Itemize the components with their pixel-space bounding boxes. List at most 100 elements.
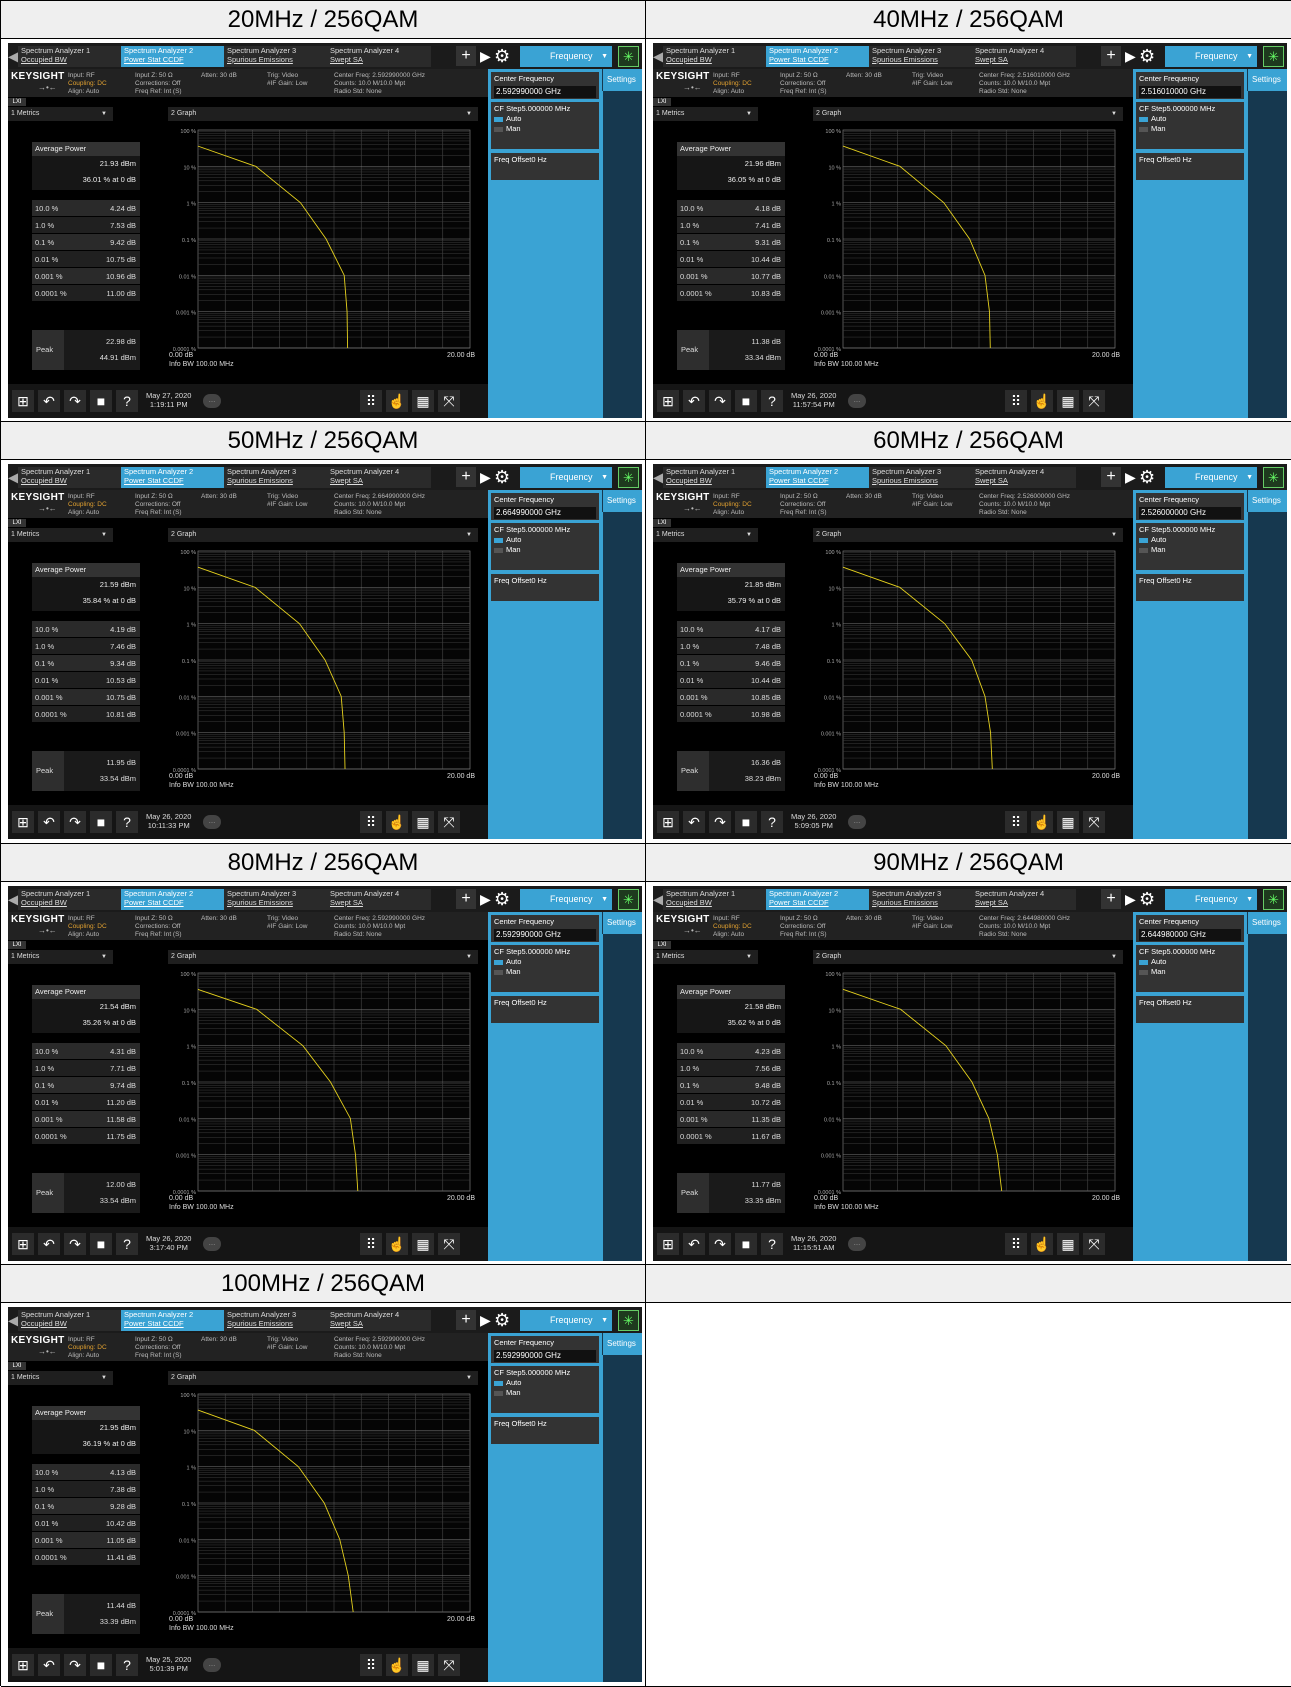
tab-spectrum-analyzer-1[interactable]: Spectrum Analyzer 1 Occupied BW [18, 467, 122, 488]
tab-spectrum-analyzer-3[interactable]: Spectrum Analyzer 3 Spurious Emissions [224, 889, 328, 910]
fullscreen-icon[interactable]: ⤧ [1083, 811, 1105, 833]
frequency-menu-button[interactable]: Frequency ▼ [520, 467, 612, 488]
status-sun-icon[interactable]: ✳ [618, 46, 639, 67]
redo-icon[interactable]: ↷ [709, 811, 731, 833]
settings-tab[interactable]: Settings [602, 69, 642, 91]
fullscreen-icon[interactable]: ⤧ [1083, 390, 1105, 412]
settings-tab[interactable]: Settings [602, 912, 642, 934]
keypad-icon[interactable]: ⠿ [360, 390, 382, 412]
touch-icon[interactable]: ☝ [386, 811, 408, 833]
tab-spectrum-analyzer-3[interactable]: Spectrum Analyzer 3 Spurious Emissions [224, 1310, 328, 1331]
add-tab-plus-icon[interactable]: + [1101, 46, 1121, 66]
ccdf-graph[interactable]: 100 % 10 % 1 % 0.1 % 0.01 % 0.001 % 0.0001 % 0.… [168, 122, 478, 382]
gear-icon[interactable]: ⚙ [494, 467, 510, 487]
keypad-icon[interactable]: ⠿ [360, 1233, 382, 1255]
undo-icon[interactable]: ↶ [38, 1233, 60, 1255]
settings-tab[interactable]: Settings [602, 490, 642, 512]
auto-option[interactable]: Auto [494, 957, 596, 967]
tab-spectrum-analyzer-2[interactable]: Spectrum Analyzer 2 Power Stat CCDF [121, 1310, 225, 1331]
tab-spectrum-analyzer-4[interactable]: Spectrum Analyzer 4 Swept SA [972, 889, 1076, 910]
layout-grid-icon[interactable]: ▦ [1057, 390, 1079, 412]
message-icon[interactable]: … [203, 815, 221, 829]
man-option[interactable]: Man [1139, 124, 1241, 134]
auto-option[interactable]: Auto [494, 1378, 596, 1388]
folder-icon[interactable]: ■ [90, 1233, 112, 1255]
windows-icon[interactable]: ⊞ [12, 1233, 34, 1255]
ccdf-graph[interactable]: 100 % 10 % 1 % 0.1 % 0.01 % 0.001 % 0.0001 % 0.… [813, 122, 1123, 382]
man-option[interactable]: Man [494, 545, 596, 555]
play-arrow-icon[interactable]: ▶ [480, 891, 491, 908]
tab-spectrum-analyzer-3[interactable]: Spectrum Analyzer 3 Spurious Emissions [224, 46, 328, 67]
message-icon[interactable]: … [848, 1237, 866, 1251]
layout-grid-icon[interactable]: ▦ [412, 390, 434, 412]
gear-icon[interactable]: ⚙ [494, 889, 510, 909]
metrics-dropdown[interactable]: 1 Metrics ▼ [653, 107, 758, 121]
status-sun-icon[interactable]: ✳ [618, 467, 639, 488]
center-frequency-softkey[interactable]: Center Frequency 2.526000000 GHz [1136, 493, 1244, 520]
center-frequency-value[interactable]: 2.516010000 GHz [1139, 86, 1241, 98]
tab-spectrum-analyzer-1[interactable]: Spectrum Analyzer 1 Occupied BW [18, 1310, 122, 1331]
tab-spectrum-analyzer-1[interactable]: Spectrum Analyzer 1 Occupied BW [18, 889, 122, 910]
tab-spectrum-analyzer-3[interactable]: Spectrum Analyzer 3 Spurious Emissions [869, 46, 973, 67]
cf-step-softkey[interactable]: CF Step5.000000 MHz Auto Man [491, 102, 599, 149]
metrics-dropdown[interactable]: 1 Metrics ▼ [653, 950, 758, 964]
message-icon[interactable]: … [203, 394, 221, 408]
center-frequency-softkey[interactable]: Center Frequency 2.592990000 GHz [491, 72, 599, 99]
folder-icon[interactable]: ■ [735, 811, 757, 833]
gear-icon[interactable]: ⚙ [494, 46, 510, 66]
tab-spectrum-analyzer-4[interactable]: Spectrum Analyzer 4 Swept SA [972, 467, 1076, 488]
auto-option[interactable]: Auto [1139, 957, 1241, 967]
play-arrow-icon[interactable]: ▶ [480, 469, 491, 486]
keypad-icon[interactable]: ⠿ [360, 811, 382, 833]
tab-spectrum-analyzer-2[interactable]: Spectrum Analyzer 2 Power Stat CCDF [766, 467, 870, 488]
auto-option[interactable]: Auto [1139, 535, 1241, 545]
freq-offset-softkey[interactable]: Freq Offset0 Hz [491, 574, 599, 601]
freq-offset-softkey[interactable]: Freq Offset0 Hz [491, 996, 599, 1023]
tab-spectrum-analyzer-4[interactable]: Spectrum Analyzer 4 Swept SA [972, 46, 1076, 67]
center-frequency-value[interactable]: 2.592990000 GHz [494, 1350, 596, 1362]
message-icon[interactable]: … [848, 815, 866, 829]
tab-spectrum-analyzer-2[interactable]: Spectrum Analyzer 2 Power Stat CCDF [121, 467, 225, 488]
ccdf-graph[interactable]: 100 % 10 % 1 % 0.1 % 0.01 % 0.001 % 0.0001 % 0.… [168, 1386, 478, 1646]
folder-icon[interactable]: ■ [90, 390, 112, 412]
folder-icon[interactable]: ■ [90, 811, 112, 833]
cf-step-softkey[interactable]: CF Step5.000000 MHz Auto Man [491, 945, 599, 992]
freq-offset-softkey[interactable]: Freq Offset0 Hz [1136, 574, 1244, 601]
tab-spectrum-analyzer-2[interactable]: Spectrum Analyzer 2 Power Stat CCDF [121, 46, 225, 67]
tab-spectrum-analyzer-1[interactable]: Spectrum Analyzer 1 Occupied BW [663, 467, 767, 488]
fullscreen-icon[interactable]: ⤧ [1083, 1233, 1105, 1255]
windows-icon[interactable]: ⊞ [12, 811, 34, 833]
graph-dropdown[interactable]: 2 Graph ▼ [168, 107, 478, 121]
cf-step-softkey[interactable]: CF Step5.000000 MHz Auto Man [1136, 945, 1244, 992]
frequency-menu-button[interactable]: Frequency ▼ [520, 46, 612, 67]
gear-icon[interactable]: ⚙ [1139, 889, 1155, 909]
freq-offset-softkey[interactable]: Freq Offset0 Hz [491, 153, 599, 180]
metrics-dropdown[interactable]: 1 Metrics ▼ [8, 1371, 113, 1385]
cf-step-softkey[interactable]: CF Step5.000000 MHz Auto Man [491, 1366, 599, 1413]
frequency-menu-button[interactable]: Frequency ▼ [1165, 889, 1257, 910]
undo-icon[interactable]: ↶ [683, 811, 705, 833]
gear-icon[interactable]: ⚙ [1139, 467, 1155, 487]
fullscreen-icon[interactable]: ⤧ [438, 811, 460, 833]
center-frequency-softkey[interactable]: Center Frequency 2.644980000 GHz [1136, 915, 1244, 942]
man-option[interactable]: Man [494, 967, 596, 977]
folder-icon[interactable]: ■ [735, 1233, 757, 1255]
touch-icon[interactable]: ☝ [386, 390, 408, 412]
add-tab-plus-icon[interactable]: + [1101, 467, 1121, 487]
tab-spectrum-analyzer-3[interactable]: Spectrum Analyzer 3 Spurious Emissions [224, 467, 328, 488]
play-arrow-icon[interactable]: ▶ [480, 48, 491, 65]
center-frequency-value[interactable]: 2.526000000 GHz [1139, 507, 1241, 519]
folder-icon[interactable]: ■ [735, 390, 757, 412]
settings-tab[interactable]: Settings [1247, 490, 1287, 512]
keypad-icon[interactable]: ⠿ [1005, 1233, 1027, 1255]
help-icon[interactable]: ? [761, 390, 783, 412]
windows-icon[interactable]: ⊞ [657, 390, 679, 412]
center-frequency-softkey[interactable]: Center Frequency 2.516010000 GHz [1136, 72, 1244, 99]
freq-offset-softkey[interactable]: Freq Offset0 Hz [1136, 153, 1244, 180]
ccdf-graph[interactable]: 100 % 10 % 1 % 0.1 % 0.01 % 0.001 % 0.0001 % 0.… [813, 543, 1123, 803]
add-tab-plus-icon[interactable]: + [456, 1310, 476, 1330]
windows-icon[interactable]: ⊞ [12, 390, 34, 412]
tab-spectrum-analyzer-1[interactable]: Spectrum Analyzer 1 Occupied BW [663, 889, 767, 910]
center-frequency-value[interactable]: 2.592990000 GHz [494, 86, 596, 98]
graph-dropdown[interactable]: 2 Graph ▼ [813, 950, 1123, 964]
